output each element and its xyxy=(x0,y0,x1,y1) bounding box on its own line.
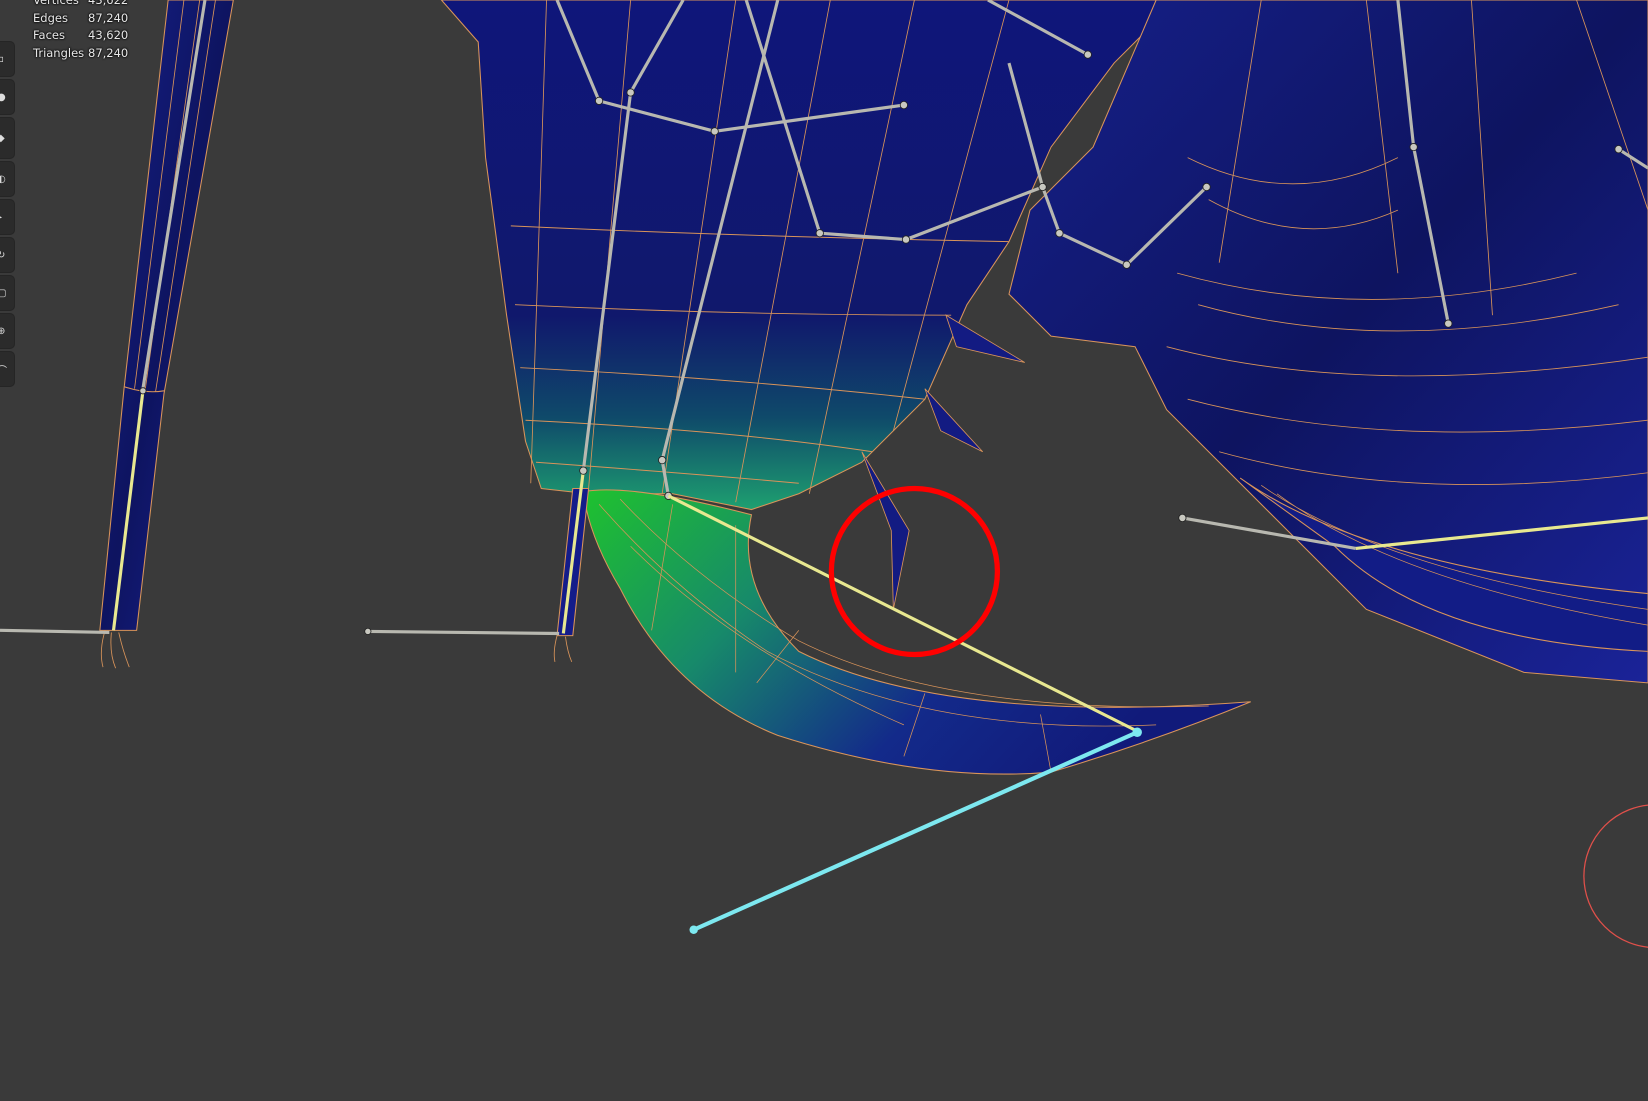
brush-cursor xyxy=(1583,804,1648,948)
mesh-horn-weighted xyxy=(582,489,1251,775)
tool-transform-button[interactable]: ⊕ xyxy=(0,314,14,348)
annotate-icon: ⌒ xyxy=(0,365,7,377)
highlight-circle xyxy=(828,485,1001,658)
rotate-icon: ↻ xyxy=(0,249,6,261)
mesh-left-leg xyxy=(0,0,234,669)
scene-statistics: Vertices 43,622 Edges 87,240 Faces 43,620 T… xyxy=(33,0,129,63)
tool-annotate-button[interactable]: ⌒ xyxy=(0,352,14,386)
move-icon: ▸ xyxy=(0,212,2,223)
mesh-right-body xyxy=(1008,0,1648,684)
cursor-icon: ▫ xyxy=(0,53,4,65)
stat-value: 43,620 xyxy=(88,28,129,42)
stat-value: 87,240 xyxy=(88,45,129,60)
tool-sample-button[interactable]: ◆ xyxy=(0,118,14,158)
stat-row-edges: Edges 87,240 xyxy=(33,10,129,28)
draw-icon: ● xyxy=(0,91,6,103)
tool-shelf: ▫ ● ◆ ◐ ▸ ↻ ▢ ⊕ ⌒ xyxy=(0,42,14,390)
stat-row-triangles: Triangles 87,240 xyxy=(33,45,129,63)
tool-scale-button[interactable]: ▢ xyxy=(0,276,14,310)
mesh-mid-leg xyxy=(367,470,590,663)
tool-draw-button[interactable]: ● xyxy=(0,80,14,114)
scale-icon: ▢ xyxy=(0,287,7,299)
stat-row-vertices: Vertices 43,622 xyxy=(33,0,129,10)
stat-label: Faces xyxy=(33,28,65,42)
transform-icon: ⊕ xyxy=(0,325,6,337)
stat-label: Vertices xyxy=(33,0,79,7)
stat-row-faces: Faces 43,620 xyxy=(33,27,129,45)
tool-rotate-button[interactable]: ↻ xyxy=(0,238,14,272)
tool-move-button[interactable]: ▸ xyxy=(0,200,14,234)
stat-label: Triangles xyxy=(33,45,85,60)
gradient-icon: ◐ xyxy=(0,173,6,185)
tool-cursor-button[interactable]: ▫ xyxy=(0,42,14,76)
stat-label: Edges xyxy=(33,10,68,25)
sample-weight-icon: ◆ xyxy=(0,132,5,144)
3d-viewport[interactable] xyxy=(0,0,1648,1101)
stat-value: 43,622 xyxy=(88,0,129,7)
stat-value: 87,240 xyxy=(88,10,129,25)
tool-gradient-button[interactable]: ◐ xyxy=(0,162,14,196)
